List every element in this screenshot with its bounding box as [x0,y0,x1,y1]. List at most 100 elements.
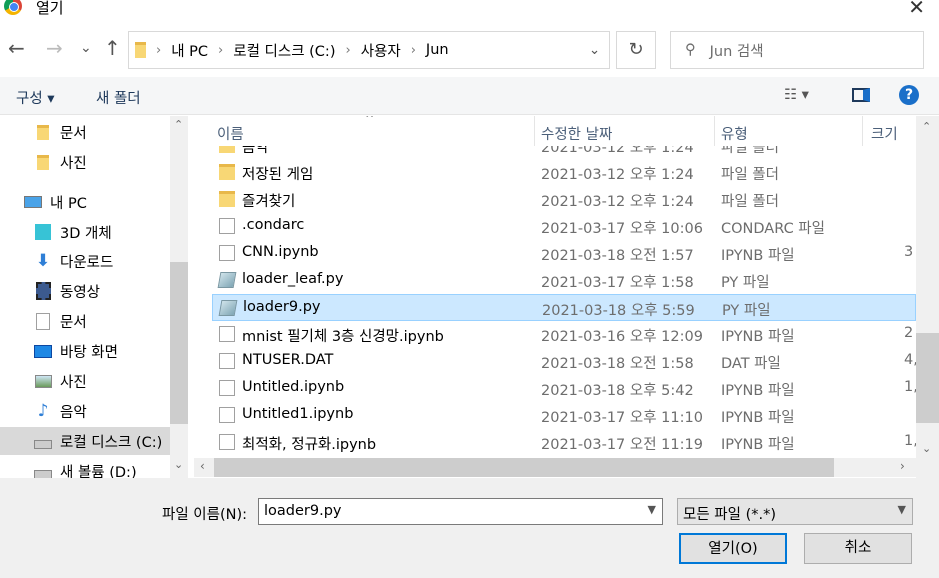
chevron-right-icon: › [410,42,416,58]
file-row[interactable]: 즐겨찾기 2021-03-12 오후 1:24 파일 폴더 [212,186,916,213]
sidebar-item-label: 다운로드 [60,254,114,271]
folder-icon [34,154,52,170]
file-row[interactable]: CNN.ipynb 2021-03-18 오전 1:57 IPYNB 파일 3 [212,240,916,267]
file-name: mnist 필기체 3층 신경망.ipynb [242,329,444,345]
file-type: IPYNB 파일 [721,410,795,426]
preview-pane-button[interactable] [852,88,870,102]
file-row[interactable]: loader_leaf.py 2021-03-17 오후 1:58 PY 파일 [212,267,916,294]
file-size: 1,0 [904,379,916,395]
sidebar-item[interactable]: 새 볼륨 (D:) [0,457,170,478]
sidebar-item-label: 새 볼륨 (D:) [60,464,137,479]
file-row[interactable]: 저장된 게임 2021-03-12 오후 1:24 파일 폴더 [212,159,916,186]
sidebar-scrollbar[interactable]: ⌃ ⌄ [170,116,188,478]
file-icon [219,326,235,342]
chrome-icon [4,0,22,15]
sidebar-item[interactable]: 동영상 [0,277,170,305]
sidebar-item[interactable]: ♪ 음악 [0,397,170,425]
file-row[interactable]: 음악 2021-03-12 오후 1:24 파일 폴더 [212,146,916,159]
column-header-type[interactable]: 유형 [715,116,863,146]
file-date: 2021-03-18 오후 5:59 [542,303,695,319]
cancel-button[interactable]: 취소 [804,533,912,564]
folder-icon [219,164,235,180]
file-date: 2021-03-12 오후 1:24 [541,146,694,156]
file-type: 파일 폴더 [721,146,779,156]
file-size: 1,1 [904,433,916,449]
sidebar-item-label: 바탕 화면 [60,344,118,361]
breadcrumb-item[interactable]: Jun [426,42,449,58]
sidebar-item[interactable]: 사진 [0,367,170,395]
chevron-down-icon[interactable]: ▼ [648,503,656,516]
computer-icon [24,196,42,208]
folder-icon [219,146,235,153]
file-size: 4,0 [904,352,916,368]
video-icon [34,282,52,300]
file-row[interactable]: Untitled.ipynb 2021-03-18 오후 5:42 IPYNB 파일… [212,375,916,402]
sidebar-item-label: 사진 [60,155,87,172]
file-date: 2021-03-17 오후 11:10 [541,410,703,426]
breadcrumb-item[interactable]: 내 PC [171,40,208,61]
file-name: 저장된 게임 [242,167,314,183]
file-row[interactable]: mnist 필기체 3층 신경망.ipynb 2021-03-16 오후 12:0… [212,321,916,348]
sidebar-scroll-thumb[interactable] [170,262,188,424]
file-row[interactable]: NTUSER.DAT 2021-03-18 오전 1:58 DAT 파일 4,0 [212,348,916,375]
filename-value: loader9.py [264,503,342,519]
picture-icon [34,374,52,388]
refresh-button[interactable]: ↻ [616,31,656,69]
file-type-select[interactable]: 모든 파일 (*.*) ▼ [677,498,913,525]
file-date: 2021-03-18 오전 1:58 [541,356,694,372]
new-folder-button[interactable]: 새 폴더 [96,87,141,108]
file-date: 2021-03-18 오전 1:57 [541,248,694,264]
open-button[interactable]: 열기(O) [679,533,787,564]
file-type-value: 모든 파일 (*.*) [683,507,777,523]
breadcrumb-item[interactable]: 로컬 디스크 (C:) [233,40,335,61]
file-list-scroll-thumb[interactable] [916,333,939,423]
file-icon [219,380,235,396]
search-input[interactable]: ⚲ Jun 검색 [670,31,924,69]
file-name: Untitled.ipynb [242,379,345,395]
file-icon [219,218,235,234]
document-icon [34,312,52,330]
column-header-size[interactable]: 크기 [863,116,916,146]
breadcrumb-item[interactable]: 사용자 [361,40,401,61]
file-row[interactable]: 최적화, 정규화.ipynb 2021-03-17 오전 11:19 IPYNB 파… [212,429,916,456]
file-name: 즐겨찾기 [242,194,296,210]
horizontal-scrollbar[interactable]: ‹ › [194,458,916,477]
forward-button[interactable]: → [46,36,63,60]
file-name: loader_leaf.py [242,271,344,287]
filename-label: 파일 이름(N): [162,507,248,523]
chevron-right-icon: › [218,42,224,58]
file-type: IPYNB 파일 [721,437,795,453]
sidebar-item[interactable]: 3D 개체 [0,218,170,246]
file-type: IPYNB 파일 [721,329,795,345]
sidebar-item[interactable]: 문서 [0,118,170,146]
recent-locations-button[interactable]: ⌄ [80,40,92,56]
back-button[interactable]: ← [8,36,25,60]
file-name: 음악 [242,146,269,156]
sidebar-item[interactable]: 문서 [0,307,170,335]
address-bar[interactable]: › 내 PC › 로컬 디스크 (C:) › 사용자 › Jun [128,31,610,69]
column-header-date[interactable]: 수정한 날짜 [535,116,715,146]
help-button[interactable]: ? [899,85,919,105]
search-icon: ⚲ [685,42,696,58]
file-row[interactable]: Untitled1.ipynb 2021-03-17 오후 11:10 IPYNB … [212,402,916,429]
sidebar-item[interactable]: 내 PC [0,188,170,216]
folder-icon [219,191,235,207]
file-size: 2 [904,325,914,341]
sidebar-item[interactable]: 로컬 디스크 (C:) [0,427,170,455]
address-dropdown-button[interactable]: ⌄ [580,31,610,69]
view-options-button[interactable]: ☷ ▾ [784,87,809,103]
filename-input[interactable]: loader9.py ▼ [258,498,663,525]
up-button[interactable]: ↑ [104,36,121,60]
file-row[interactable]: loader9.py 2021-03-18 오후 5:59 PY 파일 [212,294,916,321]
file-date: 2021-03-17 오후 1:58 [541,275,694,291]
chevron-down-icon: ▼ [897,503,906,516]
sidebar-item[interactable]: 사진 [0,148,170,176]
file-list-scrollbar[interactable]: ⌃ ⌄ [916,116,939,478]
navigation-pane: 문서 사진 내 PC 3D 개체 ⬇ 다운로드 동영상 문서 바탕 화면 사진 ♪ 음악 로컬 디스크 … [0,116,188,478]
sidebar-item[interactable]: ⬇ 다운로드 [0,247,170,275]
file-row[interactable]: .condarc 2021-03-17 오후 10:06 CONDARC 파일 [212,213,916,240]
close-button[interactable]: ✕ [908,0,925,19]
horizontal-scroll-thumb[interactable] [214,458,834,477]
sidebar-item[interactable]: 바탕 화면 [0,337,170,365]
organize-button[interactable]: 구성 ▾ [16,87,55,108]
